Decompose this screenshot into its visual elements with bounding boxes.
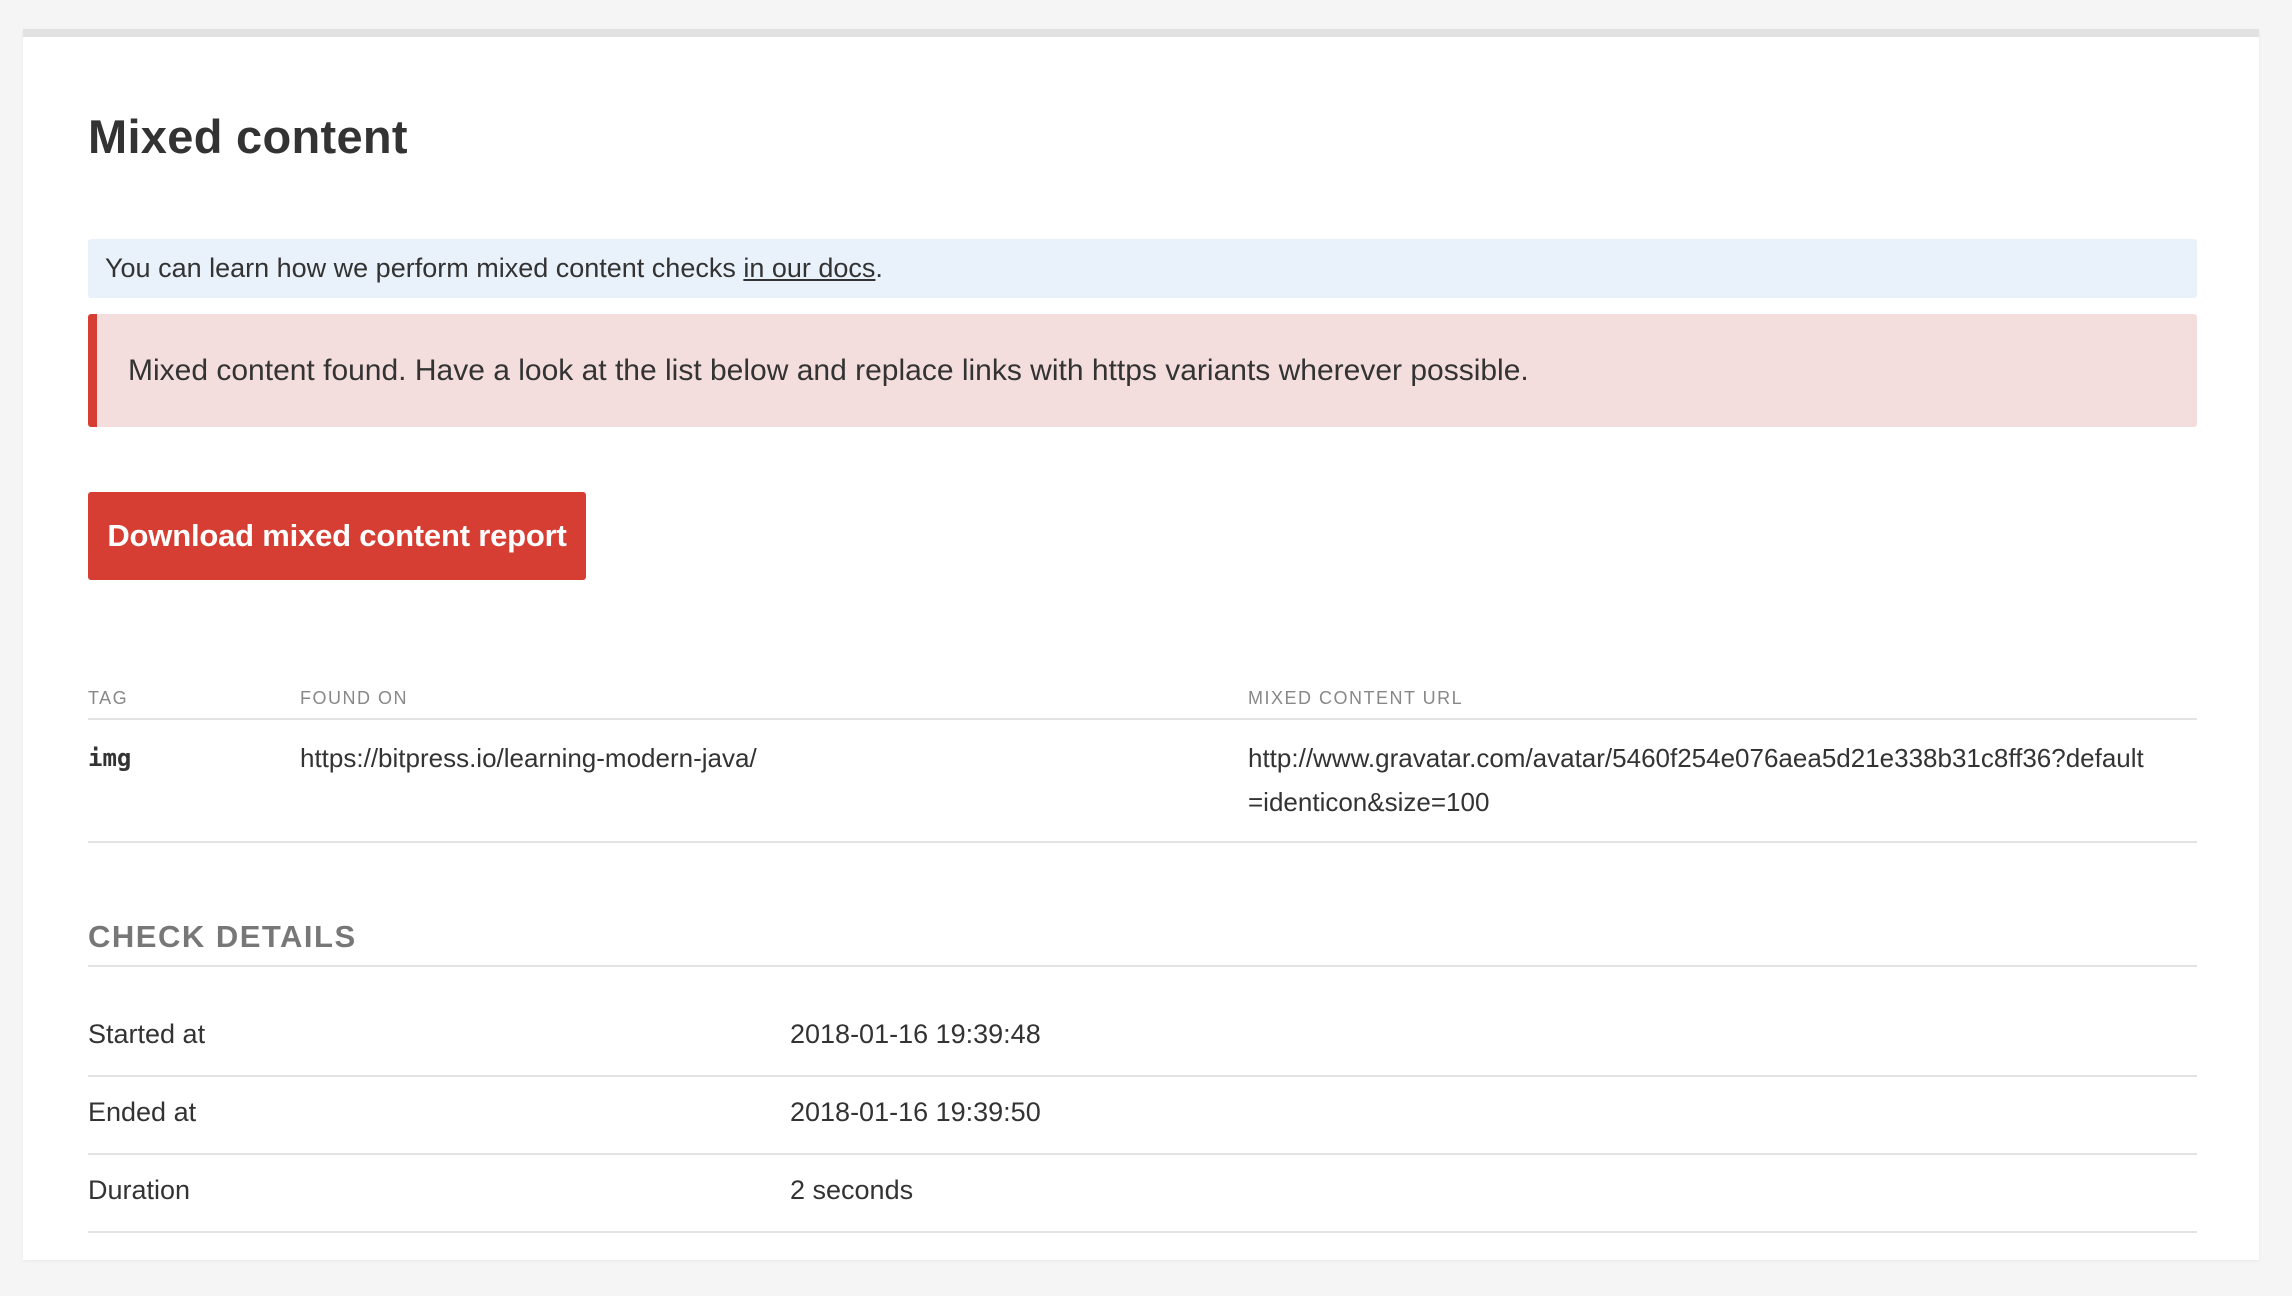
info-text: You can learn how we perform mixed conte… <box>105 253 744 283</box>
header-url: MIXED CONTENT URL <box>1248 688 1464 708</box>
download-report-button[interactable]: Download mixed content report <box>88 492 586 580</box>
detail-label: Started at <box>88 1019 206 1049</box>
table-row: img https://bitpress.io/learning-modern-… <box>88 720 2197 843</box>
detail-row-duration: Duration 2 seconds <box>88 1155 2197 1233</box>
detail-label: Ended at <box>88 1097 197 1127</box>
detail-row-started: Started at 2018-01-16 19:39:48 <box>88 999 2197 1077</box>
detail-value: 2018-01-16 19:39:48 <box>790 1019 1041 1049</box>
detail-label: Duration <box>88 1175 191 1205</box>
docs-link[interactable]: in our docs <box>743 253 875 283</box>
detail-row-ended: Ended at 2018-01-16 19:39:50 <box>88 1077 2197 1155</box>
row-url: http://www.gravatar.com/avatar/5460f254e… <box>1248 743 2144 817</box>
mixed-content-alert: Mixed content found. Have a look at the … <box>88 314 2197 427</box>
header-tag: TAG <box>88 688 129 708</box>
row-found-on: https://bitpress.io/learning-modern-java… <box>300 743 757 773</box>
mixed-content-table: TAG FOUND ON MIXED CONTENT URL img https… <box>88 677 2197 843</box>
table-header: TAG FOUND ON MIXED CONTENT URL <box>88 677 2197 720</box>
check-details-list: Started at 2018-01-16 19:39:48 Ended at … <box>88 999 2197 1233</box>
detail-value: 2018-01-16 19:39:50 <box>790 1097 1041 1127</box>
alert-message: Mixed content found. Have a look at the … <box>128 354 1529 387</box>
info-banner: You can learn how we perform mixed conte… <box>88 239 2197 298</box>
detail-value: 2 seconds <box>790 1175 914 1205</box>
header-found-on: FOUND ON <box>300 688 408 708</box>
row-tag: img <box>88 744 132 772</box>
info-suffix: . <box>875 253 883 283</box>
mixed-content-card: Mixed content You can learn how we perfo… <box>23 29 2259 1260</box>
check-details-heading: CHECK DETAILS <box>88 899 2197 967</box>
page-title: Mixed content <box>88 110 408 163</box>
